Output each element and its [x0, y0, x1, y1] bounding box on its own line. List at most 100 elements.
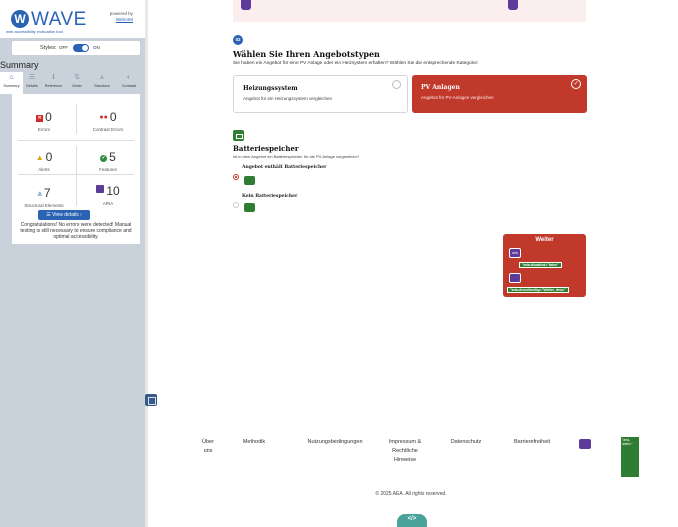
structural-label: Structural Elements [24, 203, 64, 208]
structural-count: 7 [43, 186, 51, 200]
info-icon: ℹ [52, 74, 55, 81]
aria-describedby-tag: "aria-describedby="Weiter_desc" [507, 287, 569, 293]
check-icon: ✓ [571, 79, 581, 89]
error-icon: ✕ [36, 115, 44, 122]
feature-icon: ✓ [100, 155, 108, 162]
tab-label: Order [72, 84, 82, 88]
styles-on-label: ON [93, 45, 100, 50]
aria-tag-icon [579, 439, 591, 449]
divider [18, 174, 134, 175]
wave-sidebar: W WAVE web accessibility evaluation tool… [0, 0, 145, 527]
features-label: Features [99, 167, 117, 172]
code-icon[interactable]: </> [397, 514, 427, 527]
stat-contrast-errors[interactable]: ●● 0 Contrast Errors [76, 108, 140, 132]
divider [18, 140, 134, 141]
stat-structural[interactable]: ⩓ 7 Structural Elements [12, 184, 76, 208]
wave-logo-text: WAVE [31, 9, 87, 30]
aria-label-tag: "aria-label=" [621, 437, 639, 477]
stat-alerts[interactable]: ▲ 0 Alerts [12, 148, 76, 172]
styles-off-label: OFF [59, 45, 68, 50]
tab-structure[interactable]: ⩓ Structure [88, 72, 116, 94]
tag-icon [244, 203, 255, 212]
card-subtitle: Angebot für ein Heizungssystem vergleich… [243, 96, 333, 101]
summary-heading: Summary [0, 60, 39, 70]
footer-link-barrierefreiheit[interactable]: Barrierefreiheit [506, 438, 558, 447]
page-edge [145, 0, 148, 527]
toggle-knob [82, 45, 88, 51]
contrast-errors-count: 0 [109, 110, 117, 124]
styles-toggle-bar: Styles: OFF ON [12, 41, 140, 55]
tab-order[interactable]: ⇅ Order [66, 72, 88, 94]
powered-by: powered by WebAIM [110, 11, 133, 23]
footer-link-methodik[interactable]: Methodik [234, 438, 274, 447]
battery-heading: Batteriespeicher [233, 144, 299, 153]
option-label-with-battery: Angebot enthält Batteriespeicher [242, 165, 327, 170]
errors-label: Errors [37, 127, 51, 132]
aria-tag-icon [508, 0, 518, 10]
battery-description: Ist in dem Angebot ein Batteriespeicher … [233, 154, 360, 159]
view-details-button[interactable]: ☰ View details › [38, 210, 90, 220]
contrast-error-icon: ●● [99, 114, 108, 121]
wave-header: W WAVE web accessibility evaluation tool… [0, 0, 145, 38]
powered-by-text: powered by [109, 11, 133, 16]
tab-summary[interactable]: ⌂ Summary [0, 72, 23, 94]
offer-type-description: Sie haben ein Angebot für eine PV Anlage… [233, 61, 479, 66]
structure-icon: ⩓ [37, 189, 42, 198]
features-count: 5 [109, 150, 116, 164]
tab-label: Contrast [121, 84, 137, 88]
offer-type-heading: Wählen Sie Ihren Angebotstypen [233, 49, 380, 59]
aria-tag-icon [241, 0, 251, 10]
wave-tagline: web accessibility evaluation tool [6, 29, 63, 34]
styles-toggle[interactable] [73, 44, 89, 52]
tab-details[interactable]: ☰ Details [23, 72, 41, 94]
option-card-heizungssystem[interactable]: Heizungssystem Angebot für ein Heizungss… [233, 75, 408, 113]
aria-icon: aria [509, 248, 521, 258]
aria-disabled-tag: "aria-disabled="false" [519, 262, 562, 268]
option-card-pv-anlagen[interactable]: PV Anlagen Angebot für PV-Anlagen vergle… [412, 75, 587, 113]
step-number-badge: 02 [233, 35, 243, 45]
card-title: PV Anlagen [421, 84, 460, 91]
weiter-button[interactable]: Weiter aria "aria-disabled="false" "aria… [503, 234, 586, 297]
radio-with-battery[interactable] [233, 174, 239, 180]
aria-label: ARIA [102, 201, 114, 206]
tab-label: Structure [94, 84, 110, 88]
screen: W WAVE web accessibility evaluation tool… [0, 0, 678, 527]
copyright: © 2025 AEA. All rights reserved. [375, 491, 447, 497]
tab-reference[interactable]: ℹ Reference [41, 72, 66, 94]
radio-icon [392, 80, 401, 89]
home-icon: ⌂ [9, 74, 14, 81]
alerts-label: Alerts [38, 167, 50, 172]
radio-no-battery[interactable] [233, 202, 239, 208]
footer-link-nutzungsbedingungen[interactable]: Nutzungsbedingungen [302, 438, 368, 447]
list-icon: ☰ [28, 74, 36, 81]
weiter-label: Weiter [535, 237, 554, 243]
errors-count: 0 [45, 110, 52, 124]
aria-describedby-icon [509, 273, 521, 283]
webaim-link[interactable]: WebAIM [110, 17, 133, 23]
card-title: Heizungssystem [243, 85, 298, 92]
congrats-message: Congratulations! No errors were detected… [20, 222, 132, 240]
stat-features[interactable]: ✓ 5 Features [76, 148, 140, 172]
stat-errors[interactable]: ✕ 0 Errors [12, 108, 76, 132]
footer-link-impressum[interactable]: Impressum & Rechtliche Hinweise [388, 438, 422, 465]
tab-contrast[interactable]: ◐ Contrast [116, 72, 142, 94]
footer-link-ueber-uns[interactable]: Über uns [200, 438, 216, 456]
contrast-icon: ◐ [126, 74, 132, 81]
tab-label: Details [26, 84, 38, 88]
styles-label: Styles: [40, 45, 57, 51]
order-icon: ⇅ [74, 74, 80, 81]
footer-link-datenschutz[interactable]: Datenschutz [446, 438, 486, 447]
aria-count: 10 [106, 184, 120, 198]
tag-icon [244, 176, 255, 185]
stat-aria[interactable]: 10 ARIA [76, 182, 140, 206]
tab-label: Summary [3, 84, 20, 88]
option-label-no-battery: Kein Batteriespeicher [242, 194, 298, 199]
wave-logo-icon: W [11, 10, 29, 28]
alert-icon: ▲ [35, 153, 44, 162]
contrast-errors-label: Contrast Errors [92, 127, 124, 132]
tab-label: Reference [44, 84, 63, 88]
structure-icon [145, 394, 157, 406]
aria-icon [96, 185, 105, 193]
battery-icon [233, 130, 244, 141]
structure-icon: ⩓ [100, 74, 104, 81]
